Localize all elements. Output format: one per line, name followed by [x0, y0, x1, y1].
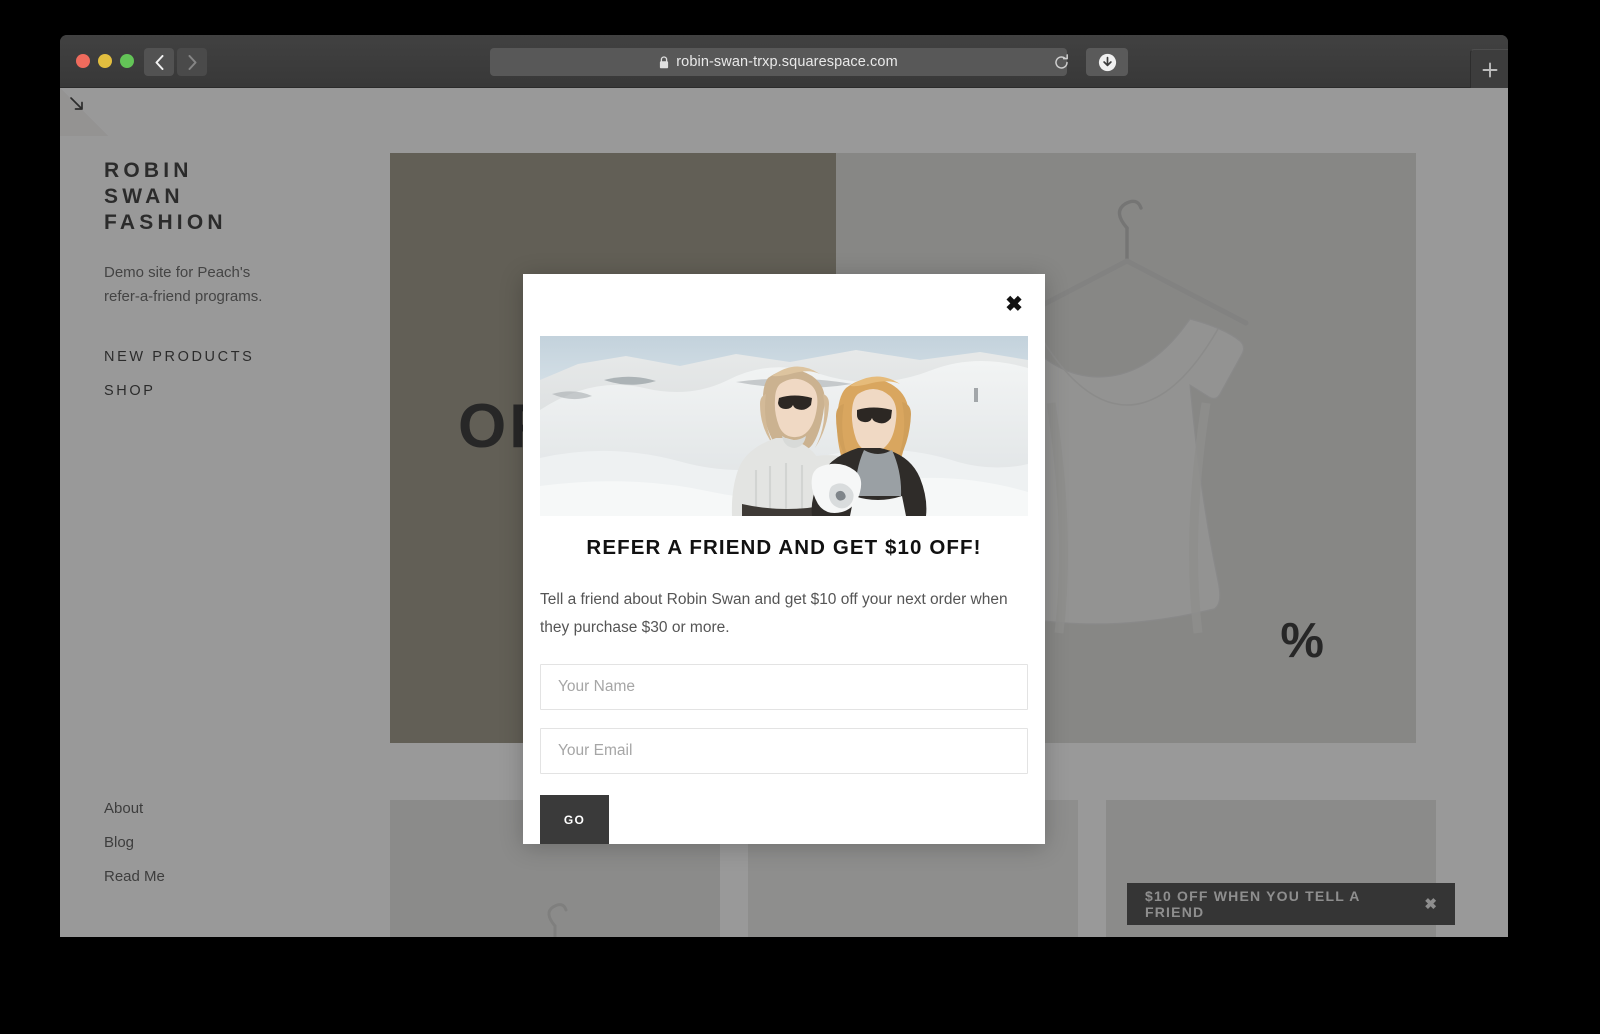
chevron-left-icon — [155, 54, 163, 70]
navigation-buttons — [144, 48, 207, 76]
name-input[interactable] — [540, 664, 1028, 710]
address-bar[interactable]: robin-swan-trxp.squarespace.com — [490, 48, 1067, 76]
window-controls — [76, 54, 134, 68]
back-button[interactable] — [144, 48, 174, 76]
chevron-right-icon — [188, 54, 196, 70]
reload-icon — [1054, 53, 1068, 69]
downloads-button[interactable] — [1086, 48, 1128, 76]
modal-title: REFER A FRIEND AND GET $10 OFF! — [586, 536, 982, 559]
plus-icon — [1482, 62, 1497, 77]
minimize-window-button[interactable] — [98, 54, 112, 68]
close-window-button[interactable] — [76, 54, 90, 68]
email-input[interactable] — [540, 728, 1028, 774]
new-tab-button[interactable] — [1470, 49, 1508, 89]
modal-close-icon[interactable]: ✖ — [1001, 291, 1027, 317]
modal-content: REFER A FRIEND AND GET $10 OFF! Tell a f… — [540, 536, 1028, 844]
download-icon — [1098, 53, 1116, 71]
refer-a-friend-modal: ✖ REFER A FRIEND AND GET $10 OFF! Tell a… — [523, 274, 1045, 844]
forward-button[interactable] — [177, 48, 207, 76]
browser-window: robin-swan-trxp.squarespace.com ✖ REFER … — [60, 35, 1508, 937]
browser-toolbar: robin-swan-trxp.squarespace.com — [60, 35, 1508, 89]
maximize-window-button[interactable] — [120, 54, 134, 68]
modal-hero-photo — [540, 336, 1028, 516]
page-viewport: ROBIN SWAN FASHION Demo site for Peach's… — [60, 88, 1508, 937]
modal-description: Tell a friend about Robin Swan and get $… — [540, 591, 1008, 636]
two-women-on-snowy-dune-photo — [540, 336, 1028, 516]
address-bar-url: robin-swan-trxp.squarespace.com — [676, 54, 898, 70]
reload-button[interactable] — [1050, 51, 1072, 73]
lock-icon — [660, 55, 669, 68]
submit-button[interactable]: GO — [540, 795, 609, 844]
